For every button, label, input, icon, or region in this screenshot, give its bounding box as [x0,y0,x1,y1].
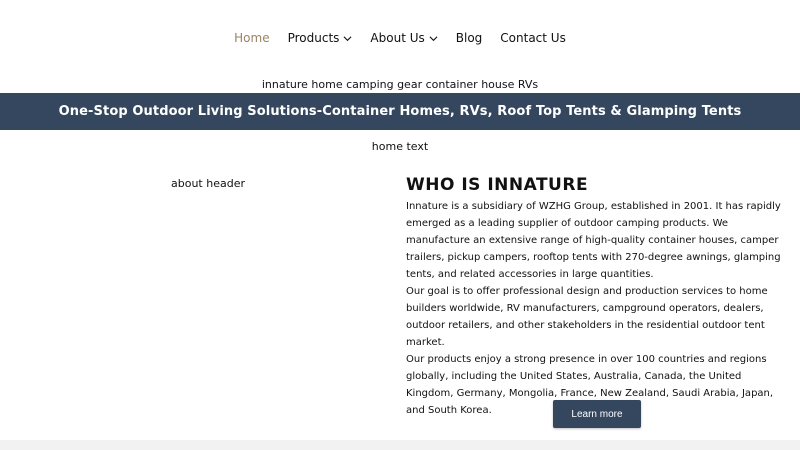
about-section: WHO IS INNATURE Innature is a subsidiary… [406,175,791,419]
chevron-down-icon [343,34,352,43]
banner-title: One-Stop Outdoor Living Solutions-Contai… [58,104,742,119]
nav-item-label: Products [287,31,340,45]
nav-item-label: Contact Us [500,31,566,45]
hero-image-alt-text: innature home camping gear container hou… [261,78,539,91]
chevron-down-icon [429,34,438,43]
nav-item-home[interactable]: Home [234,31,269,45]
about-paragraph: Innature is a subsidiary of WZHG Group, … [406,201,781,280]
nav-item-blog[interactable]: Blog [456,31,483,45]
nav-item-label: Home [234,31,270,45]
about-paragraph: Our goal is to offer professional design… [406,286,768,348]
learn-more-button[interactable]: Learn more [553,400,641,428]
nav-item-about-us[interactable]: About Us [370,31,438,45]
nav-item-contact-us[interactable]: Contact Us [500,31,566,45]
nav-item-products[interactable]: Products [288,31,353,45]
about-image-alt-text: about header [171,177,245,190]
main-nav: Home Products About Us Blog Contact Us [0,0,800,76]
nav-item-label: Blog [455,31,483,45]
about-title: WHO IS INNATURE [406,175,589,195]
home-text-image-alt: home text [371,140,429,153]
nav-item-label: About Us [370,31,425,45]
footer-strip [0,440,800,450]
hero-banner: One-Stop Outdoor Living Solutions-Contai… [0,93,800,130]
